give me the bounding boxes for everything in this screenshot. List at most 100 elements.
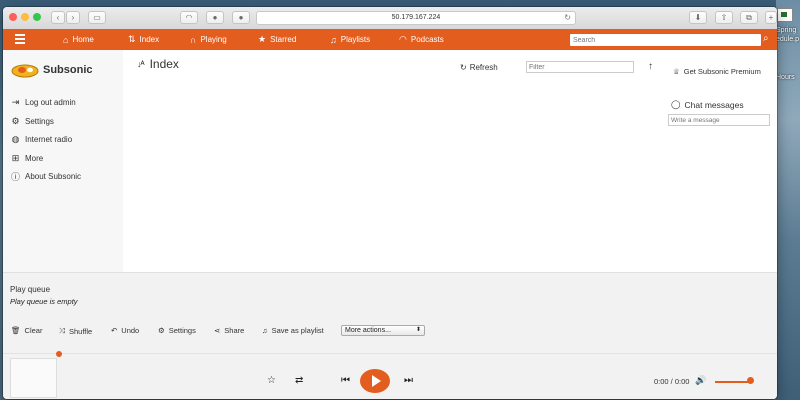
shuffle-button[interactable]: ⤨ Shuffle <box>59 326 92 336</box>
queue-title: Play queue <box>10 285 51 294</box>
desktop-file-label: Hours <box>776 74 795 81</box>
sidebar-toggle-button[interactable]: ▭ <box>88 11 106 24</box>
forward-button[interactable]: › <box>66 11 80 24</box>
time-display: 0:00 / 0:00 <box>654 377 690 386</box>
sidebar-item-more[interactable]: ⊞ More <box>11 153 44 163</box>
share-button[interactable]: ⇧ <box>715 11 733 24</box>
desktop-file-label: edule.p <box>776 36 799 43</box>
shuffle-icon: ⤨ <box>59 326 65 335</box>
download-button[interactable]: ● <box>206 11 224 24</box>
download-icon: ● <box>212 13 218 22</box>
adblock-icon: ● <box>238 13 244 22</box>
sidebar-icon: ▭ <box>93 13 101 22</box>
undo-button[interactable]: ↶ Undo <box>111 326 139 335</box>
nav-podcasts-label: Podcasts <box>410 35 444 44</box>
chat-message-input[interactable] <box>668 114 770 126</box>
logout-icon: ⇥ <box>11 97 20 107</box>
page-title: ↓ᴬ Index <box>137 57 179 71</box>
arrow-up-icon[interactable]: ↑ <box>648 61 653 72</box>
info-icon: ⓘ <box>11 172 21 182</box>
nav-podcasts[interactable]: ◠ Podcasts <box>399 29 444 50</box>
browser-window: ‹ › ▭ ◠ ● ● 50.179.167.224 ↻ ⬇ ⇧ ⧉ + ⌂ H… <box>3 7 777 399</box>
nav-playing-label: Playing <box>200 35 227 44</box>
sidebar-item-about[interactable]: ⓘ About Subsonic <box>11 172 82 182</box>
progress-handle[interactable] <box>56 351 62 357</box>
sidebar-item-label: Internet radio <box>25 135 73 144</box>
clear-label: Clear <box>24 326 43 335</box>
save-playlist-label: Save as playlist <box>271 326 324 335</box>
reload-icon[interactable]: ↻ <box>564 12 571 24</box>
nav-home[interactable]: ⌂ Home <box>63 29 94 50</box>
save-as-playlist-button[interactable]: ♫ Save as playlist <box>262 326 324 335</box>
refresh-icon: ↻ <box>460 63 467 72</box>
sidebar-item-label: About Subsonic <box>25 172 82 181</box>
downloads-button[interactable]: ⬇ <box>689 11 707 24</box>
sidebar-item-label: Settings <box>25 117 54 126</box>
play-button[interactable] <box>360 369 390 393</box>
refresh-label: Refresh <box>469 63 498 72</box>
address-bar[interactable]: 50.179.167.224 ↻ <box>256 11 576 25</box>
more-actions-select[interactable]: More actions... ⬍ <box>341 325 425 336</box>
app-logo-text: Subsonic <box>43 64 93 76</box>
volume-handle[interactable] <box>747 377 754 384</box>
volume-icon[interactable]: 🔊 <box>695 375 706 386</box>
search-icon[interactable]: ⌕ <box>763 33 769 44</box>
adblock-button[interactable]: ● <box>232 11 250 24</box>
tabs-button[interactable]: ⧉ <box>740 11 758 24</box>
rss-icon: ◠ <box>185 13 193 22</box>
desktop-file-icon[interactable] <box>777 8 793 22</box>
play-icon <box>372 375 381 387</box>
sidebar-item-internet-radio[interactable]: ◍ Internet radio <box>11 134 73 144</box>
filter-input[interactable] <box>526 61 634 73</box>
shuffle-label: Shuffle <box>69 326 93 336</box>
premium-label: Get Subsonic Premium <box>683 67 761 76</box>
queue-empty-text: Play queue is empty <box>10 297 78 306</box>
download-icon: ⬇ <box>694 13 702 22</box>
queue-settings-label: Settings <box>168 326 196 335</box>
rss-button[interactable]: ◠ <box>180 11 198 24</box>
star-icon[interactable]: ☆ <box>267 375 276 386</box>
play-queue: Play queue Play queue is empty 🗑 Clear ⤨… <box>3 272 777 399</box>
repeat-icon[interactable]: ⇄ <box>295 375 303 386</box>
sidebar-item-settings[interactable]: ⚙ Settings <box>11 116 54 126</box>
subsonic-logo-icon <box>11 64 39 78</box>
plus-square-icon: ⊞ <box>11 153 20 163</box>
sort-alpha-icon: ↓ᴬ <box>137 59 145 69</box>
next-track-icon[interactable]: ⏭ <box>404 375 413 386</box>
chat-title: ◯ Chat messages <box>671 99 744 110</box>
undo-label: Undo <box>121 326 140 335</box>
chat-bubble-icon: ◯ <box>671 99 681 109</box>
new-tab-button[interactable]: + <box>765 11 777 24</box>
sidebar-item-logout[interactable]: ⇥ Log out admin <box>11 97 76 107</box>
share-label: Share <box>224 326 245 335</box>
sidebar-item-label: More <box>25 154 44 163</box>
minimize-window-button[interactable] <box>21 13 29 21</box>
gear-icon: ⚙ <box>11 116 20 126</box>
previous-track-icon[interactable]: ⏮ <box>341 375 350 386</box>
clear-button[interactable]: 🗑 Clear <box>11 326 42 335</box>
menu-icon[interactable] <box>15 34 25 44</box>
search-input[interactable] <box>570 34 761 46</box>
tabs-icon: ⧉ <box>746 12 752 22</box>
nav-playing[interactable]: ∩ Playing <box>190 29 227 50</box>
back-button[interactable]: ‹ <box>51 11 65 24</box>
queue-settings-button[interactable]: ⚙ Settings <box>158 326 196 335</box>
get-premium-link[interactable]: ♕ Get Subsonic Premium <box>673 67 761 76</box>
more-actions-label: More actions... <box>345 327 391 334</box>
zoom-window-button[interactable] <box>33 13 41 21</box>
share-button[interactable]: ⋖ Share <box>214 326 244 335</box>
browser-toolbar: ‹ › ▭ ◠ ● ● 50.179.167.224 ↻ ⬇ ⇧ ⧉ + <box>3 7 777 30</box>
url-text: 50.179.167.224 <box>391 14 441 21</box>
globe-icon: ◍ <box>11 134 20 144</box>
nav-index[interactable]: ⇅ Index <box>128 29 159 50</box>
chat-title-text: Chat messages <box>684 99 744 110</box>
music-icon: ♫ <box>330 34 337 45</box>
desktop-file-label: Spring <box>776 27 797 34</box>
nav-starred[interactable]: ★ Starred <box>258 29 296 50</box>
close-window-button[interactable] <box>9 13 17 21</box>
nav-playlists[interactable]: ♫ Playlists <box>330 29 370 50</box>
nav-starred-label: Starred <box>270 35 297 44</box>
plus-icon: + <box>768 13 774 22</box>
refresh-button[interactable]: ↻ Refresh <box>460 63 498 72</box>
progress-track[interactable] <box>3 353 777 354</box>
